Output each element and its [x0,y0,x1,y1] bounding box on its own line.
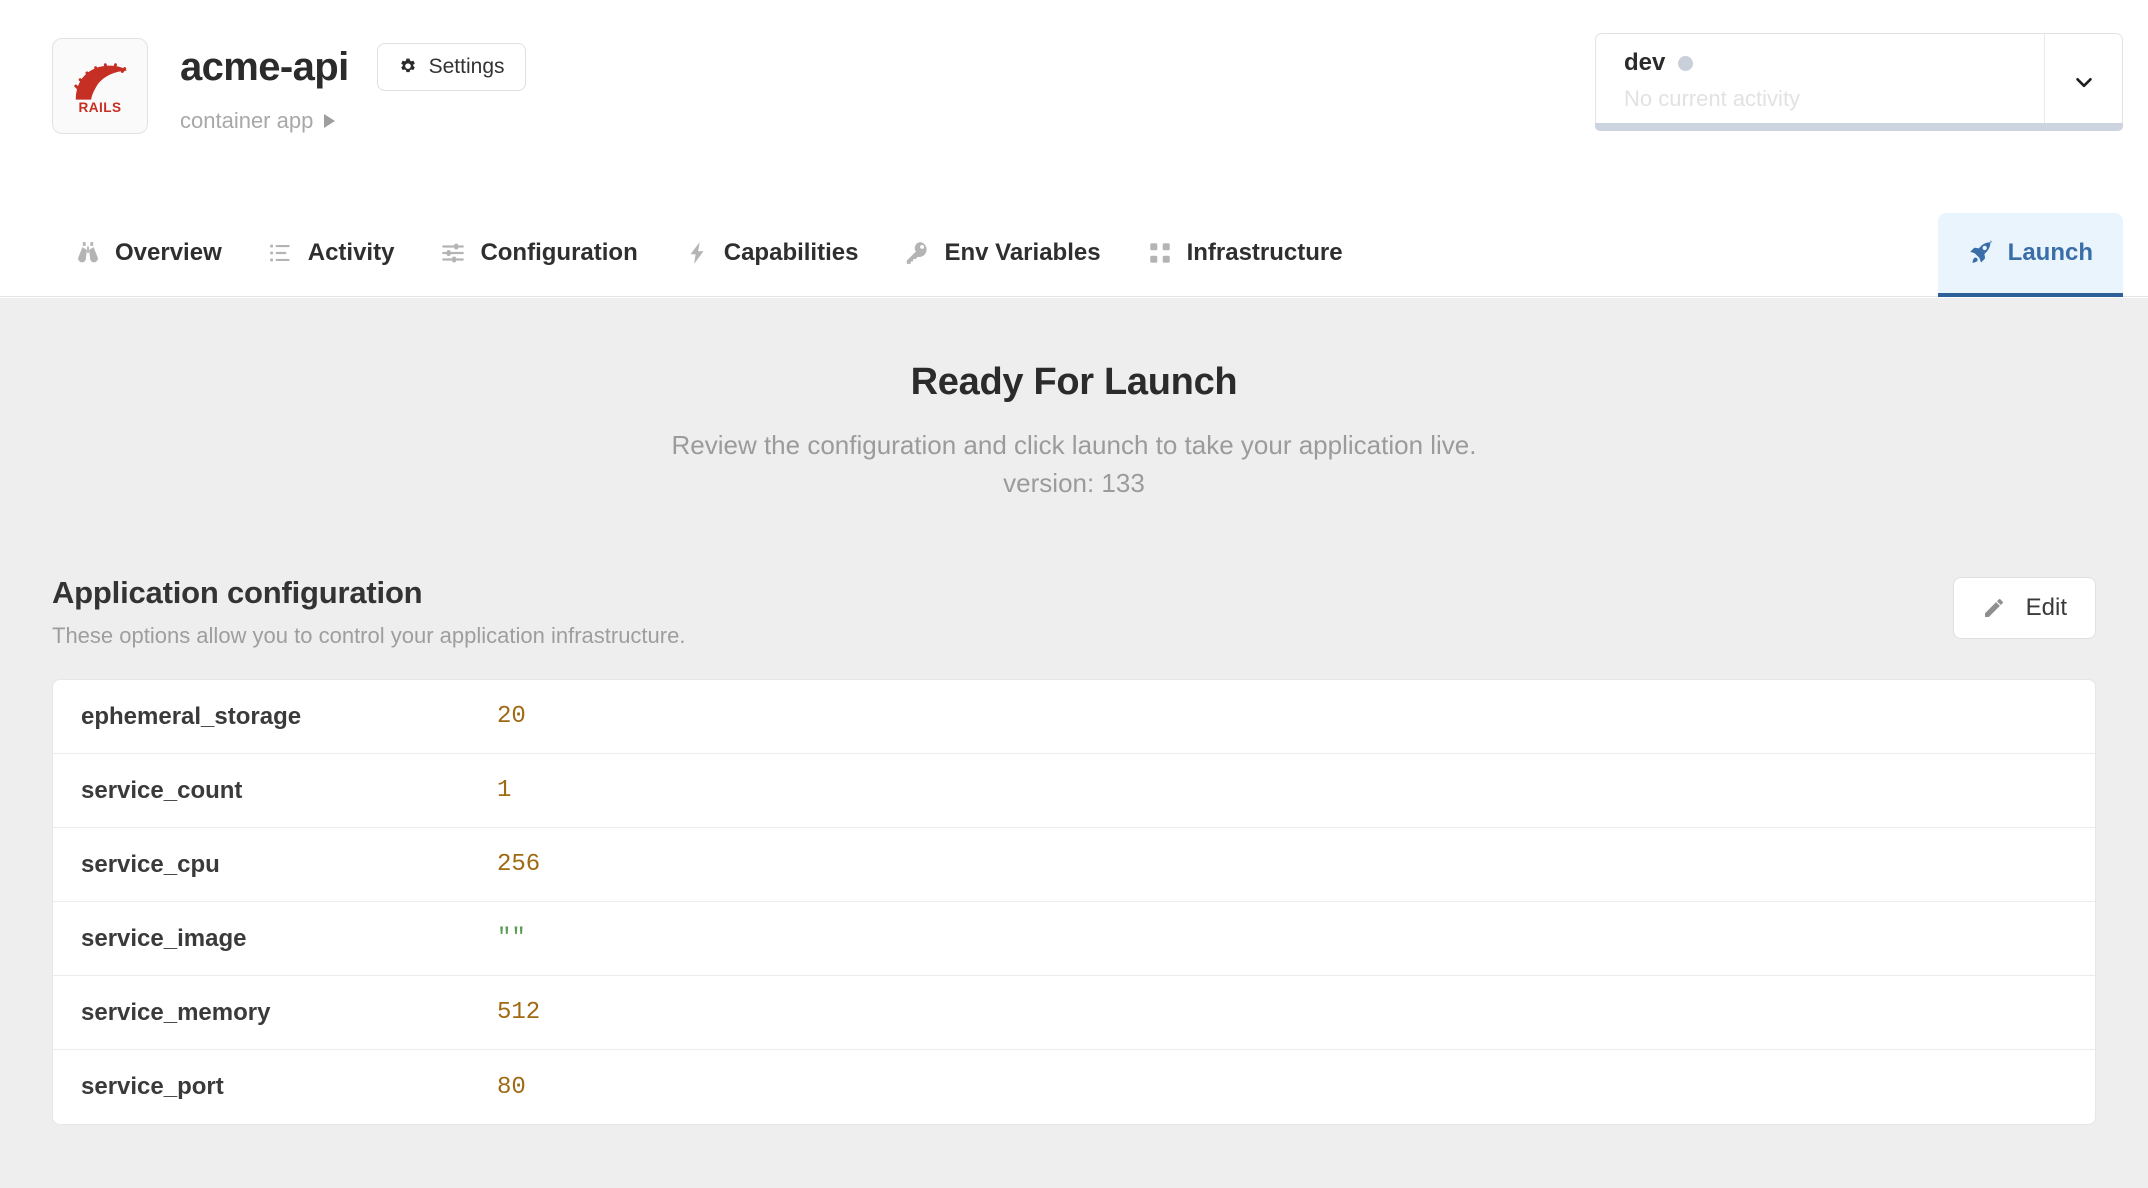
configuration-table: ephemeral_storage 20 service_count 1 ser… [52,679,2096,1126]
tab-launch-label: Launch [2007,239,2093,266]
tab-activity[interactable]: Activity [245,213,418,297]
svg-text:RAILS: RAILS [78,100,121,115]
edit-button[interactable]: Edit [1952,577,2096,640]
section-heading-text: Application configuration These options … [52,575,685,649]
main-tabs: Overview Activity Configuration Capabili… [0,213,2148,297]
tab-activity-label: Activity [307,239,395,266]
table-row[interactable]: ephemeral_storage 20 [53,680,2095,755]
tab-env-variables-label: Env Variables [944,239,1101,266]
app-header: RAILS acme-api Settings container app de… [0,0,2148,213]
settings-button[interactable]: Settings [376,43,526,91]
key-icon [904,240,930,266]
app-root: RAILS acme-api Settings container app de… [0,0,2148,1188]
brand-text: acme-api Settings container app [180,38,526,134]
config-value: "" [497,925,526,953]
hero-subtitle: Review the configuration and click launc… [671,430,1477,460]
sliders-icon [440,240,466,266]
table-row[interactable]: service_port 80 [53,1050,2095,1124]
tab-infrastructure-label: Infrastructure [1186,239,1343,266]
chevron-down-icon [2071,69,2097,95]
edit-button-label: Edit [2025,594,2067,622]
table-row[interactable]: service_cpu 256 [53,828,2095,903]
tab-configuration-label: Configuration [480,239,638,266]
page-title: acme-api [180,45,349,89]
config-value: 20 [497,703,526,731]
config-key: ephemeral_storage [81,702,302,730]
caret-right-icon [324,114,336,128]
table-row[interactable]: service_image "" [53,902,2095,977]
environment-summary: dev No current activity [1596,34,2044,129]
config-key: service_cpu [81,850,220,878]
breadcrumb-label: container app [180,108,314,133]
tab-capabilities[interactable]: Capabilities [661,213,882,297]
pencil-icon [1982,596,2006,620]
binoculars-icon [75,240,101,266]
settings-button-label: Settings [428,55,505,78]
brand-block: RAILS acme-api Settings container app [52,38,526,134]
config-key: service_port [81,1073,224,1101]
tab-configuration[interactable]: Configuration [417,213,660,297]
environment-dropdown-toggle[interactable] [2044,34,2122,129]
rails-logo-icon: RAILS [52,38,148,134]
tab-infrastructure[interactable]: Infrastructure [1124,213,1366,297]
launch-hero: Ready For Launch Review the configuratio… [0,298,2148,502]
environment-activity: No current activity [1624,86,1801,111]
breadcrumb[interactable]: container app [180,108,526,134]
table-row[interactable]: service_count 1 [53,754,2095,829]
gear-icon [398,57,418,77]
environment-name-row: dev [1624,51,2044,75]
config-value: 256 [497,851,541,879]
section-title: Application configuration [52,575,423,611]
tab-overview[interactable]: Overview [52,213,245,297]
tab-launch[interactable]: Launch [1937,213,2123,297]
grid-icon [1147,240,1173,266]
status-dot-icon [1678,55,1694,71]
table-row[interactable]: service_memory 512 [53,976,2095,1051]
lightning-icon [684,240,710,266]
hero-title: Ready For Launch [910,361,1238,403]
rocket-icon [1968,240,1994,266]
config-value: 1 [497,777,512,805]
config-value: 512 [497,999,541,1027]
environment-selector-underbar [1595,123,2123,131]
environment-name: dev [1624,49,1666,76]
config-key: service_memory [81,998,271,1026]
list-icon [268,240,294,266]
section-description: These options allow you to control your … [52,623,686,649]
hero-version: version: 133 [1003,467,1145,498]
tab-env-variables[interactable]: Env Variables [881,213,1123,297]
title-row: acme-api Settings [180,43,526,91]
application-configuration-header: Application configuration These options … [0,575,2148,649]
config-key: service_image [81,924,247,952]
config-key: service_count [81,776,243,804]
tab-capabilities-label: Capabilities [723,239,859,266]
config-value: 80 [497,1073,526,1101]
tab-overview-label: Overview [115,239,222,266]
content-area: Ready For Launch Review the configuratio… [0,298,2148,1188]
environment-selector[interactable]: dev No current activity [1595,33,2123,130]
